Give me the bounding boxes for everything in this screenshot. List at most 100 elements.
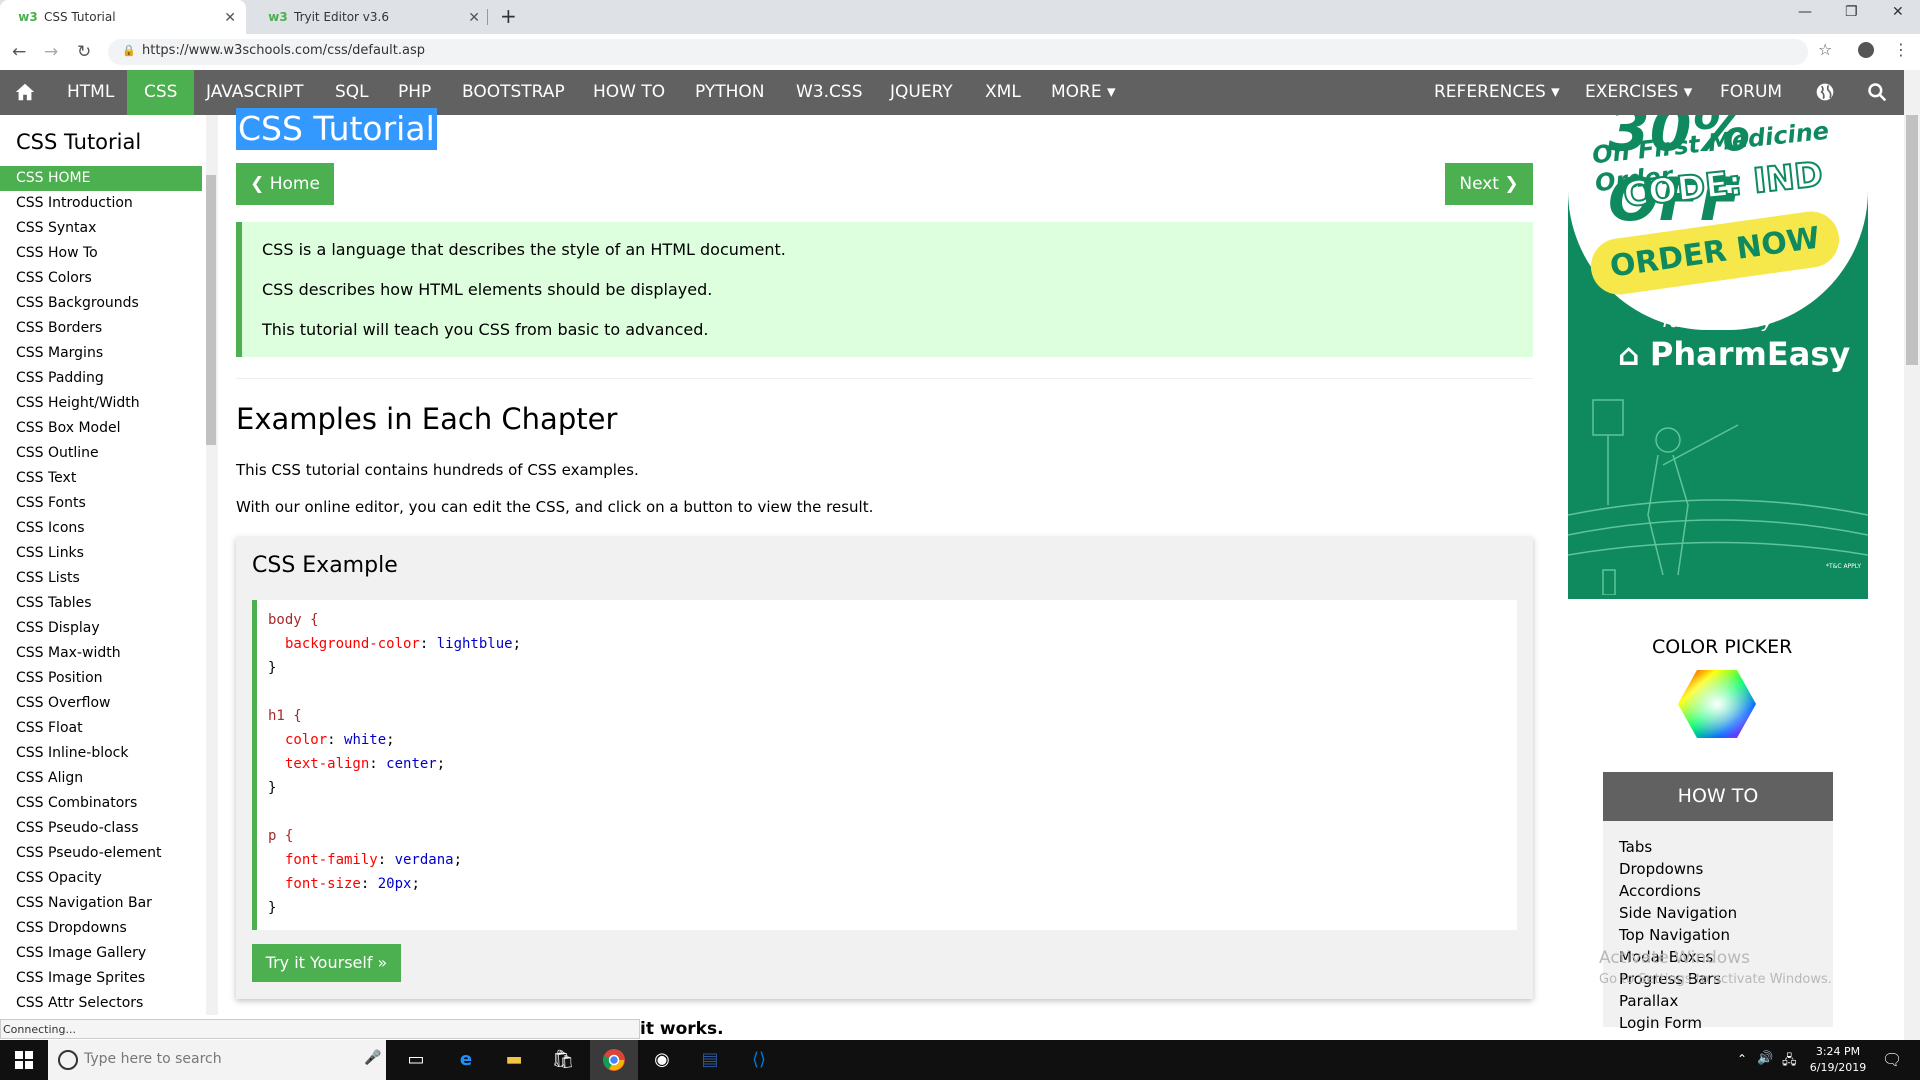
url-text[interactable]: https://www.w3schools.com/css/default.as… [142, 43, 425, 58]
sidebar-item[interactable]: CSS Outline [0, 441, 202, 466]
sidebar-item[interactable]: CSS Inline-block [0, 741, 202, 766]
intro-line: This tutorial will teach you CSS from ba… [262, 320, 709, 339]
document-icon[interactable]: ▤ [698, 1048, 722, 1072]
sidebar-item[interactable]: CSS Align [0, 766, 202, 791]
tab-css-tutorial[interactable]: w3 CSS Tutorial ✕ [0, 0, 246, 34]
example-title: CSS Example [252, 553, 398, 578]
how-to-link[interactable]: Parallax [1619, 992, 1678, 1010]
sidebar-item[interactable]: CSS Colors [0, 266, 202, 291]
nav-item-css[interactable]: CSS [127, 70, 195, 115]
sidebar-item[interactable]: CSS Introduction [0, 191, 202, 216]
sidebar-scrollbar-thumb[interactable] [206, 175, 216, 445]
sidebar-item[interactable]: CSS Syntax [0, 216, 202, 241]
sidebar-item[interactable]: CSS Links [0, 541, 202, 566]
how-to-link[interactable]: Accordions [1619, 882, 1701, 900]
nav-item-how-to[interactable]: HOW TO [576, 70, 682, 115]
nav-item-forum[interactable]: FORUM [1703, 70, 1799, 115]
sidebar-item[interactable]: CSS Attr Selectors [0, 991, 202, 1016]
nav-item-xml[interactable]: XML [968, 70, 1038, 115]
network-icon[interactable]: 🖧 [1782, 1051, 1797, 1073]
sidebar-item[interactable]: CSS Image Sprites [0, 966, 202, 991]
sidebar-item[interactable]: CSS Display [0, 616, 202, 641]
sidebar-item[interactable]: CSS Pseudo-class [0, 816, 202, 841]
pharmeasy-ad-banner[interactable]: 30% OFF On First Medicine Order CODE: IN… [1568, 115, 1868, 599]
browser-tab-bar: w3 CSS Tutorial ✕ w3 Tryit Editor v3.6 ✕… [0, 0, 1920, 34]
nav-item-references[interactable]: REFERENCES ▾ [1417, 70, 1577, 115]
sidebar-item[interactable]: CSS Tables [0, 591, 202, 616]
sidebar-item[interactable]: CSS HOME [0, 166, 202, 191]
nav-item-w3css[interactable]: W3.CSS [779, 70, 879, 115]
bookmark-star-icon[interactable]: ☆ [1818, 40, 1832, 59]
sidebar-item[interactable]: CSS Height/Width [0, 391, 202, 416]
back-arrow-icon[interactable]: ← [12, 42, 26, 62]
store-icon[interactable]: 🛍 [551, 1048, 575, 1072]
taskbar-clock[interactable]: 3:24 PM 6/19/2019 [1803, 1044, 1873, 1076]
volume-icon[interactable]: 🔊 [1757, 1051, 1773, 1066]
sidebar-item[interactable]: CSS Fonts [0, 491, 202, 516]
sidebar-item[interactable]: CSS Margins [0, 341, 202, 366]
sidebar-item[interactable]: CSS Navigation Bar [0, 891, 202, 916]
vscode-icon[interactable]: ⟨⟩ [747, 1048, 771, 1072]
nav-item-html[interactable]: HTML [50, 70, 131, 115]
new-tab-icon[interactable]: + [500, 4, 517, 28]
sidebar-item[interactable]: CSS Combinators [0, 791, 202, 816]
microphone-icon[interactable]: 🎤 [364, 1050, 381, 1066]
reload-icon[interactable]: ↻ [77, 42, 91, 62]
chrome-taskbar-button[interactable] [590, 1040, 638, 1080]
nav-item-jquery[interactable]: JQUERY [873, 70, 970, 115]
nav-item-more[interactable]: MORE ▾ [1034, 70, 1133, 115]
forward-arrow-icon[interactable]: → [44, 42, 58, 62]
maximize-icon[interactable]: ❐ [1845, 4, 1858, 20]
sidebar-item[interactable]: CSS Text [0, 466, 202, 491]
sidebar-item[interactable]: CSS Icons [0, 516, 202, 541]
sidebar-item[interactable]: CSS Position [0, 666, 202, 691]
sidebar-item[interactable]: CSS Box Model [0, 416, 202, 441]
minimize-icon[interactable]: — [1798, 4, 1812, 20]
sidebar-item[interactable]: CSS Padding [0, 366, 202, 391]
how-to-link[interactable]: Tabs [1619, 838, 1652, 856]
how-to-link[interactable]: Side Navigation [1619, 904, 1737, 922]
account-icon[interactable] [1858, 42, 1874, 58]
sidebar-item[interactable]: CSS Float [0, 716, 202, 741]
how-to-link[interactable]: Top Navigation [1619, 926, 1730, 944]
close-window-icon[interactable]: ✕ [1892, 4, 1904, 20]
task-view-icon[interactable]: ▭ [404, 1048, 428, 1072]
nav-item-exercises[interactable]: EXERCISES ▾ [1568, 70, 1709, 115]
how-to-link[interactable]: Dropdowns [1619, 860, 1703, 878]
app-icon[interactable]: ◉ [650, 1048, 674, 1072]
globe-icon[interactable] [1800, 70, 1850, 115]
sidebar-item[interactable]: CSS Dropdowns [0, 916, 202, 941]
nav-item-python[interactable]: PYTHON [678, 70, 782, 115]
color-picker-hexagon-icon[interactable] [1677, 668, 1757, 740]
close-icon[interactable]: ✕ [224, 10, 236, 26]
partial-heading: it works. [640, 1019, 724, 1039]
sidebar-item[interactable]: CSS Lists [0, 566, 202, 591]
tab-tryit-editor[interactable]: w3 Tryit Editor v3.6 ✕ [250, 0, 490, 34]
menu-kebab-icon[interactable]: ⋮ [1893, 40, 1909, 59]
taskbar-search-placeholder[interactable]: Type here to search [84, 1051, 222, 1067]
edge-icon[interactable]: e [454, 1048, 478, 1072]
how-to-link[interactable]: Login Form [1619, 1014, 1702, 1032]
tray-chevron-icon[interactable]: ⌃ [1737, 1052, 1747, 1066]
sidebar-item[interactable]: CSS Opacity [0, 866, 202, 891]
home-icon[interactable] [0, 70, 50, 115]
sidebar-item[interactable]: CSS Image Gallery [0, 941, 202, 966]
page-scrollbar-thumb[interactable] [1906, 115, 1918, 365]
sidebar-item[interactable]: CSS Max-width [0, 641, 202, 666]
sidebar-item[interactable]: CSS How To [0, 241, 202, 266]
w3schools-favicon-icon: w3 [18, 10, 38, 24]
paragraph: With our online editor, you can edit the… [236, 498, 874, 516]
next-button[interactable]: Next ❯ [1445, 163, 1533, 205]
sidebar-item[interactable]: CSS Backgrounds [0, 291, 202, 316]
search-icon[interactable] [1852, 70, 1902, 115]
home-button[interactable]: ❮ Home [236, 163, 334, 205]
sidebar-item[interactable]: CSS Overflow [0, 691, 202, 716]
sidebar-item[interactable]: CSS Borders [0, 316, 202, 341]
close-icon[interactable]: ✕ [468, 10, 480, 26]
file-explorer-icon[interactable]: ▬ [502, 1048, 526, 1072]
nav-item-bootstrap[interactable]: BOOTSTRAP [445, 70, 582, 115]
sidebar-item[interactable]: CSS Pseudo-element [0, 841, 202, 866]
windows-start-icon[interactable] [12, 1048, 36, 1072]
try-it-yourself-button[interactable]: Try it Yourself » [252, 944, 401, 982]
notifications-icon[interactable]: 🗨 [1882, 1050, 1902, 1069]
